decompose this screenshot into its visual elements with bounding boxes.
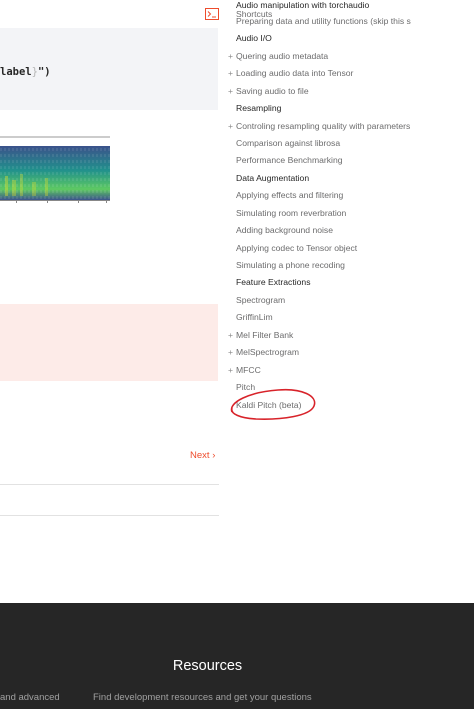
toc-item[interactable]: Simulating room reverbration (236, 208, 346, 218)
expand-icon[interactable]: + (228, 347, 233, 357)
toc-item[interactable]: MFCC (236, 365, 261, 375)
toc-item[interactable]: Spectrogram (236, 295, 285, 305)
note-box (0, 304, 218, 381)
toc-item[interactable]: Applying effects and filtering (236, 190, 343, 200)
chevron-right-icon: › (212, 450, 216, 461)
next-link-label: Next (190, 450, 210, 461)
toc-item[interactable]: GriffinLim (236, 312, 273, 322)
spectrogram-figure (0, 136, 110, 206)
toc-item[interactable]: Applying codec to Tensor object (236, 243, 357, 253)
toc-item[interactable]: Quering audio metadata (236, 51, 328, 61)
toc-item[interactable]: Adding background noise (236, 225, 333, 235)
divider (0, 515, 219, 516)
next-link[interactable]: Next › (190, 450, 215, 461)
toc-item[interactable]: Performance Benchmarking (236, 155, 343, 165)
footer-left-text: and advanced (0, 692, 60, 703)
toc-item[interactable]: Preparing data and utility functions (sk… (236, 16, 411, 26)
expand-icon[interactable]: + (228, 121, 233, 131)
code-snippet-suffix: ") (37, 66, 51, 78)
toc-item[interactable]: Comparison against librosa (236, 138, 340, 148)
divider (0, 484, 219, 485)
expand-icon[interactable]: + (228, 68, 233, 78)
expand-icon[interactable]: + (228, 330, 233, 340)
toc-item[interactable]: Loading audio data into Tensor (236, 68, 353, 78)
toc-item[interactable]: Saving audio to file (236, 86, 309, 96)
code-snippet-prefix: label (0, 66, 32, 78)
expand-icon[interactable]: + (228, 86, 233, 96)
footer-resources-text: Find development resources and get your … (93, 692, 312, 703)
expand-icon[interactable]: + (228, 51, 233, 61)
spectrogram-image (0, 136, 110, 203)
toc-item[interactable]: Simulating a phone recoding (236, 260, 345, 270)
table-of-contents: Audio manipulation with torchaudio Short… (228, 0, 474, 430)
toc-item[interactable]: Feature Extractions (236, 277, 311, 287)
toc-item[interactable]: Controling resampling quality with param… (236, 121, 410, 131)
footer-title: Resources (172, 658, 243, 674)
expand-icon[interactable]: + (228, 365, 233, 375)
toc-item[interactable]: Audio I/O (236, 33, 272, 43)
toc-item[interactable]: Resampling (236, 103, 281, 113)
toc-item[interactable]: Mel Filter Bank (236, 330, 293, 340)
toc-item[interactable]: Data Augmentation (236, 173, 309, 183)
highlight-annotation (230, 388, 316, 420)
terminal-icon[interactable] (205, 8, 219, 20)
toc-item[interactable]: MelSpectrogram (236, 347, 299, 357)
footer: Resources and advanced Find development … (0, 603, 474, 709)
code-snippet: label}") (0, 66, 51, 78)
